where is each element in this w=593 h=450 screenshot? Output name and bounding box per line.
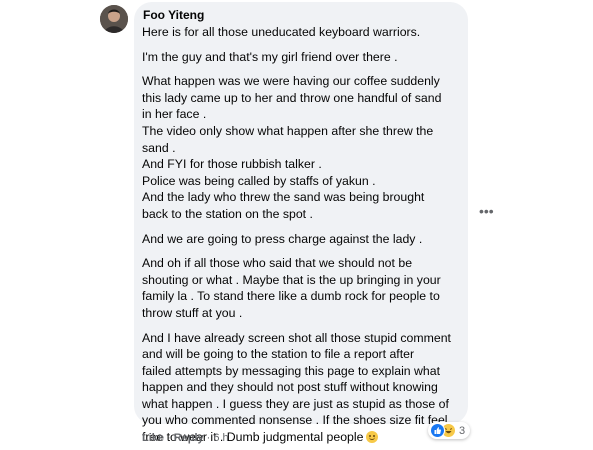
comment-body: Here is for all those uneducated keyboar… (142, 24, 460, 446)
comment-line: throw stuff at you . (142, 305, 243, 320)
reaction-count: 3 (459, 424, 466, 437)
comment-paragraph: What happen was we were having our coffe… (142, 73, 460, 222)
comment-line: The video only show what happen after sh… (142, 123, 434, 138)
comment-line: this lady came up to her and throw one h… (142, 90, 442, 105)
separator: · (206, 432, 211, 444)
comment-author[interactable]: Foo Yiteng (143, 8, 460, 23)
comment-line: And I have already screen shot all those… (142, 330, 451, 345)
comment-line: What happen was we were having our coffe… (142, 74, 440, 89)
comment-line: shouting or what . Maybe that is the up … (142, 272, 441, 287)
comment-line: what happen . I guess they are just as s… (142, 396, 449, 411)
avatar[interactable] (100, 5, 128, 33)
comment-line: Police was being called by staffs of yak… (142, 173, 376, 188)
smile-emoji-icon (366, 431, 379, 444)
more-options-icon[interactable]: ••• (479, 204, 494, 218)
comment-bubble: Foo Yiteng Here is for all those uneduca… (134, 2, 468, 444)
comment-line: in her face . (142, 107, 207, 122)
comment-paragraph: And I have already screen shot all those… (142, 330, 460, 446)
comment-actions: Like · Reply · 6 h (142, 432, 229, 445)
comment-line: And the lady who threw the sand was bein… (142, 190, 425, 205)
comment-line: failed attempts by messaging this page t… (142, 363, 441, 378)
comment-line: you who commented nonsense . If the shoe… (142, 413, 448, 428)
comment-line: And FYI for those rubbish talker . (142, 157, 322, 172)
reply-link[interactable]: Reply (174, 432, 204, 444)
comment-paragraph: And oh if all those who said that we sho… (142, 255, 460, 321)
comment-timestamp[interactable]: 6 h (213, 432, 228, 444)
comment-line: I'm the guy and that's my girl friend ov… (142, 49, 398, 64)
comment-paragraph: And we are going to press charge against… (142, 231, 460, 248)
comment-line: happen and they should not post stuff wi… (142, 380, 438, 395)
separator: · (167, 432, 171, 444)
comment-line: back to the station on the spot . (142, 206, 313, 221)
comment-paragraph: Here is for all those uneducated keyboar… (142, 24, 460, 41)
like-icon (430, 423, 445, 438)
comment-line: and will be going to the station to file… (142, 347, 415, 362)
comment-line: And oh if all those who said that we sho… (142, 256, 413, 271)
comment-line: sand . (142, 140, 176, 155)
reaction-summary[interactable]: 3 (428, 422, 471, 439)
comment-paragraph: I'm the guy and that's my girl friend ov… (142, 49, 460, 66)
comment-line: And we are going to press charge against… (142, 231, 423, 246)
like-link[interactable]: Like (142, 432, 164, 444)
comment-line: Here is for all those uneducated keyboar… (142, 25, 421, 39)
comment-line: family la . To stand there like a dumb r… (142, 289, 440, 304)
